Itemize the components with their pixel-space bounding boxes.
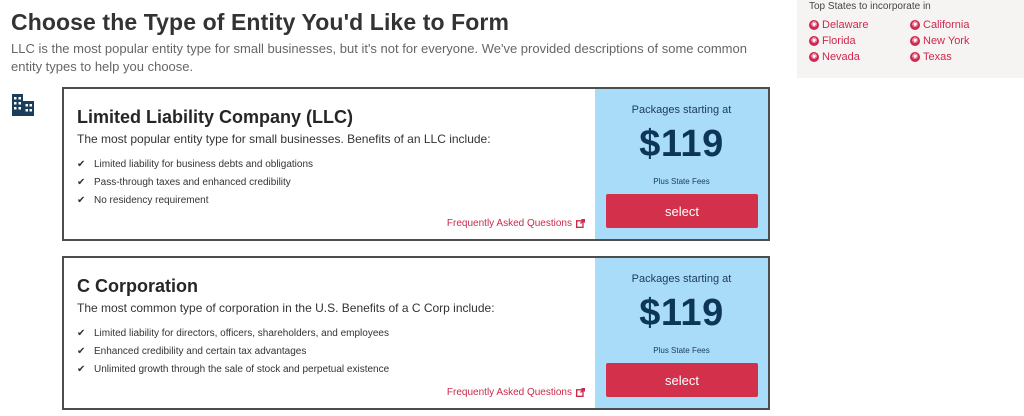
state-link-label: New York: [923, 35, 970, 47]
map-pin-icon: ◉: [809, 52, 819, 62]
state-fees-note: Plus State Fees: [653, 346, 710, 355]
benefit-text: No residency requirement: [94, 194, 209, 206]
faq-link-label: Frequently Asked Questions: [446, 387, 572, 398]
benefit-item: ✔ Enhanced credibility and certain tax ad…: [77, 342, 389, 360]
price-panel: Packages starting at $119 Plus State Fee…: [595, 258, 768, 408]
state-link-nevada[interactable]: ◉ Nevada: [809, 51, 860, 63]
benefit-list: ✔ Limited liability for business debts an…: [77, 155, 313, 209]
external-link-icon: [576, 388, 585, 397]
benefit-item: ✔ Limited liability for directors, office…: [77, 324, 389, 342]
benefit-item: ✔ Unlimited growth through the sale of st…: [77, 360, 389, 378]
check-icon: ✔: [77, 194, 86, 206]
check-icon: ✔: [77, 345, 86, 357]
card-title: C Corporation: [77, 276, 198, 296]
card-description: The most common type of corporation in t…: [77, 301, 495, 315]
check-icon: ✔: [77, 176, 86, 188]
card-description: The most popular entity type for small b…: [77, 132, 491, 146]
state-link-california[interactable]: ◉ California: [910, 19, 969, 31]
benefit-item: ✔ Pass-through taxes and enhanced credibi…: [77, 173, 313, 191]
select-button[interactable]: select: [606, 194, 758, 228]
page-intro: LLC is the most popular entity type for …: [11, 41, 747, 74]
state-link-label: Texas: [923, 51, 952, 63]
price-label: Packages starting at: [631, 273, 732, 285]
entity-card-c-corp: C Corporation The most common type of co…: [62, 256, 770, 410]
state-link-new-york[interactable]: ◉ New York: [910, 35, 969, 47]
benefit-text: Unlimited growth through the sale of sto…: [94, 363, 390, 375]
state-fees-note: Plus State Fees: [653, 177, 710, 186]
benefit-text: Limited liability for directors, officer…: [94, 327, 389, 339]
state-link-label: Florida: [822, 35, 856, 47]
building-icon: [12, 94, 34, 116]
check-icon: ✔: [77, 363, 86, 375]
benefit-item: ✔ No residency requirement: [77, 191, 313, 209]
price-amount: $119: [639, 292, 724, 334]
benefit-text: Pass-through taxes and enhanced credibil…: [94, 176, 291, 188]
benefit-text: Enhanced credibility and certain tax adv…: [94, 345, 307, 357]
benefit-text: Limited liability for business debts and…: [94, 158, 314, 170]
benefit-item: ✔ Limited liability for business debts an…: [77, 155, 313, 173]
faq-link[interactable]: Frequently Asked Questions: [447, 387, 585, 398]
state-link-label: California: [923, 19, 970, 31]
faq-link[interactable]: Frequently Asked Questions: [447, 218, 585, 229]
page-title: Choose the Type of Entity You'd Like to …: [11, 9, 510, 35]
state-link-label: Delaware: [822, 19, 869, 31]
price-label: Packages starting at: [631, 104, 732, 116]
price-panel: Packages starting at $119 Plus State Fee…: [595, 89, 768, 239]
check-icon: ✔: [77, 327, 86, 339]
check-icon: ✔: [77, 158, 86, 170]
card-body: Limited Liability Company (LLC) The most…: [64, 89, 595, 239]
map-pin-icon: ◉: [809, 36, 819, 46]
state-link-label: Nevada: [822, 51, 860, 63]
map-pin-icon: ◉: [910, 20, 920, 30]
external-link-icon: [576, 219, 585, 228]
state-link-florida[interactable]: ◉ Florida: [809, 35, 856, 47]
map-pin-icon: ◉: [809, 20, 819, 30]
state-link-texas[interactable]: ◉ Texas: [910, 51, 952, 63]
select-button[interactable]: select: [606, 363, 758, 397]
map-pin-icon: ◉: [910, 52, 920, 62]
top-states-panel: Top States to incorporate in ◉ Delaware …: [797, 0, 1024, 78]
card-body: C Corporation The most common type of co…: [64, 258, 595, 408]
price-amount: $119: [639, 123, 724, 165]
entity-card-llc: Limited Liability Company (LLC) The most…: [62, 87, 770, 241]
faq-link-label: Frequently Asked Questions: [446, 218, 572, 229]
top-states-title: Top States to incorporate in: [809, 1, 931, 12]
benefit-list: ✔ Limited liability for directors, office…: [77, 324, 389, 378]
card-title: Limited Liability Company (LLC): [77, 107, 354, 127]
state-link-delaware[interactable]: ◉ Delaware: [809, 19, 868, 31]
map-pin-icon: ◉: [910, 36, 920, 46]
